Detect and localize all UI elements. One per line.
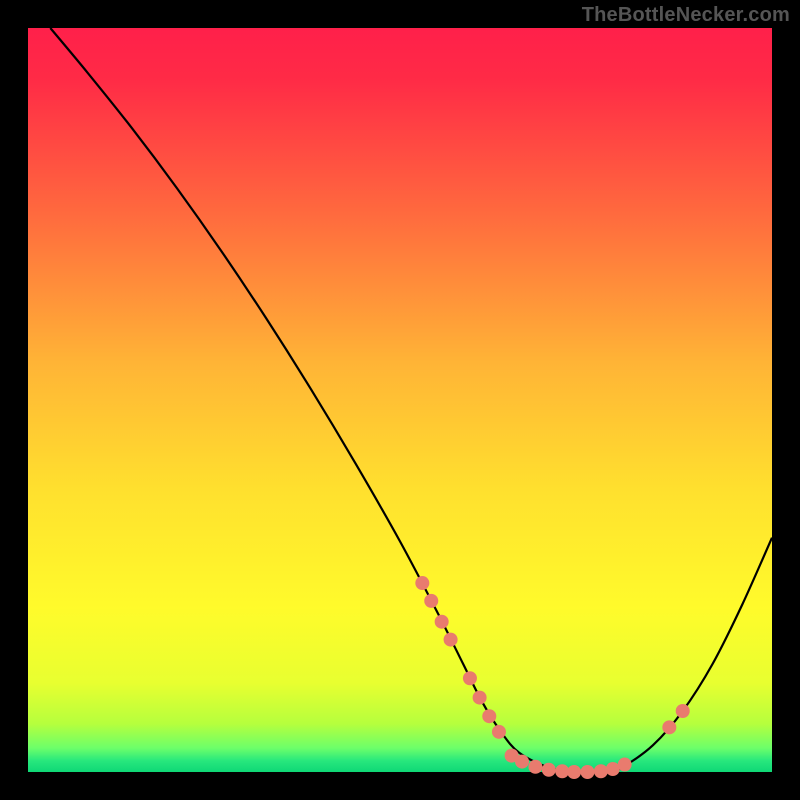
data-point [676, 704, 690, 718]
data-point [606, 762, 620, 776]
data-point [444, 633, 458, 647]
data-point [594, 764, 608, 778]
data-point [618, 758, 632, 772]
chart-container: TheBottleNecker.com [0, 0, 800, 800]
data-point [528, 760, 542, 774]
data-point [555, 764, 569, 778]
data-point [492, 725, 506, 739]
bottleneck-chart [0, 0, 800, 800]
data-point [542, 763, 556, 777]
data-point [463, 671, 477, 685]
data-point [482, 709, 496, 723]
data-point [473, 691, 487, 705]
data-point [415, 576, 429, 590]
watermark: TheBottleNecker.com [582, 4, 790, 27]
data-point [580, 765, 594, 779]
data-point [435, 615, 449, 629]
data-point [567, 765, 581, 779]
data-point [515, 755, 529, 769]
data-point [662, 720, 676, 734]
data-point [424, 594, 438, 608]
